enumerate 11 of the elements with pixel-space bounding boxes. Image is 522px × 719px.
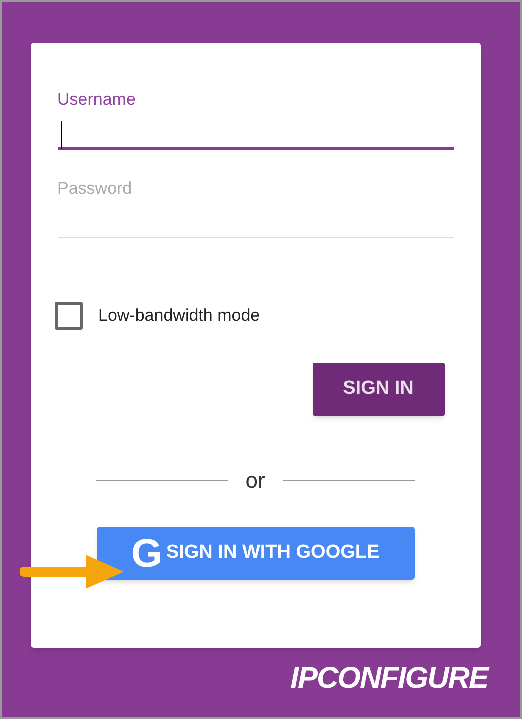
logo-text: IPCONFIGURE	[290, 662, 488, 695]
field-label: Password	[58, 178, 134, 200]
checkbox-label: Low-bandwidth mode	[98, 305, 260, 328]
sign-in-button[interactable]: SIGN IN	[312, 363, 444, 416]
google-g-icon: G	[131, 534, 162, 574]
arrow-icon	[20, 553, 126, 591]
field-label: Username	[58, 89, 137, 111]
google-sign-in-label: SIGN IN WITH GOOGLE	[166, 541, 380, 566]
checkbox[interactable]	[54, 302, 82, 330]
text-cursor	[60, 120, 62, 148]
divider-text: or	[246, 467, 266, 495]
